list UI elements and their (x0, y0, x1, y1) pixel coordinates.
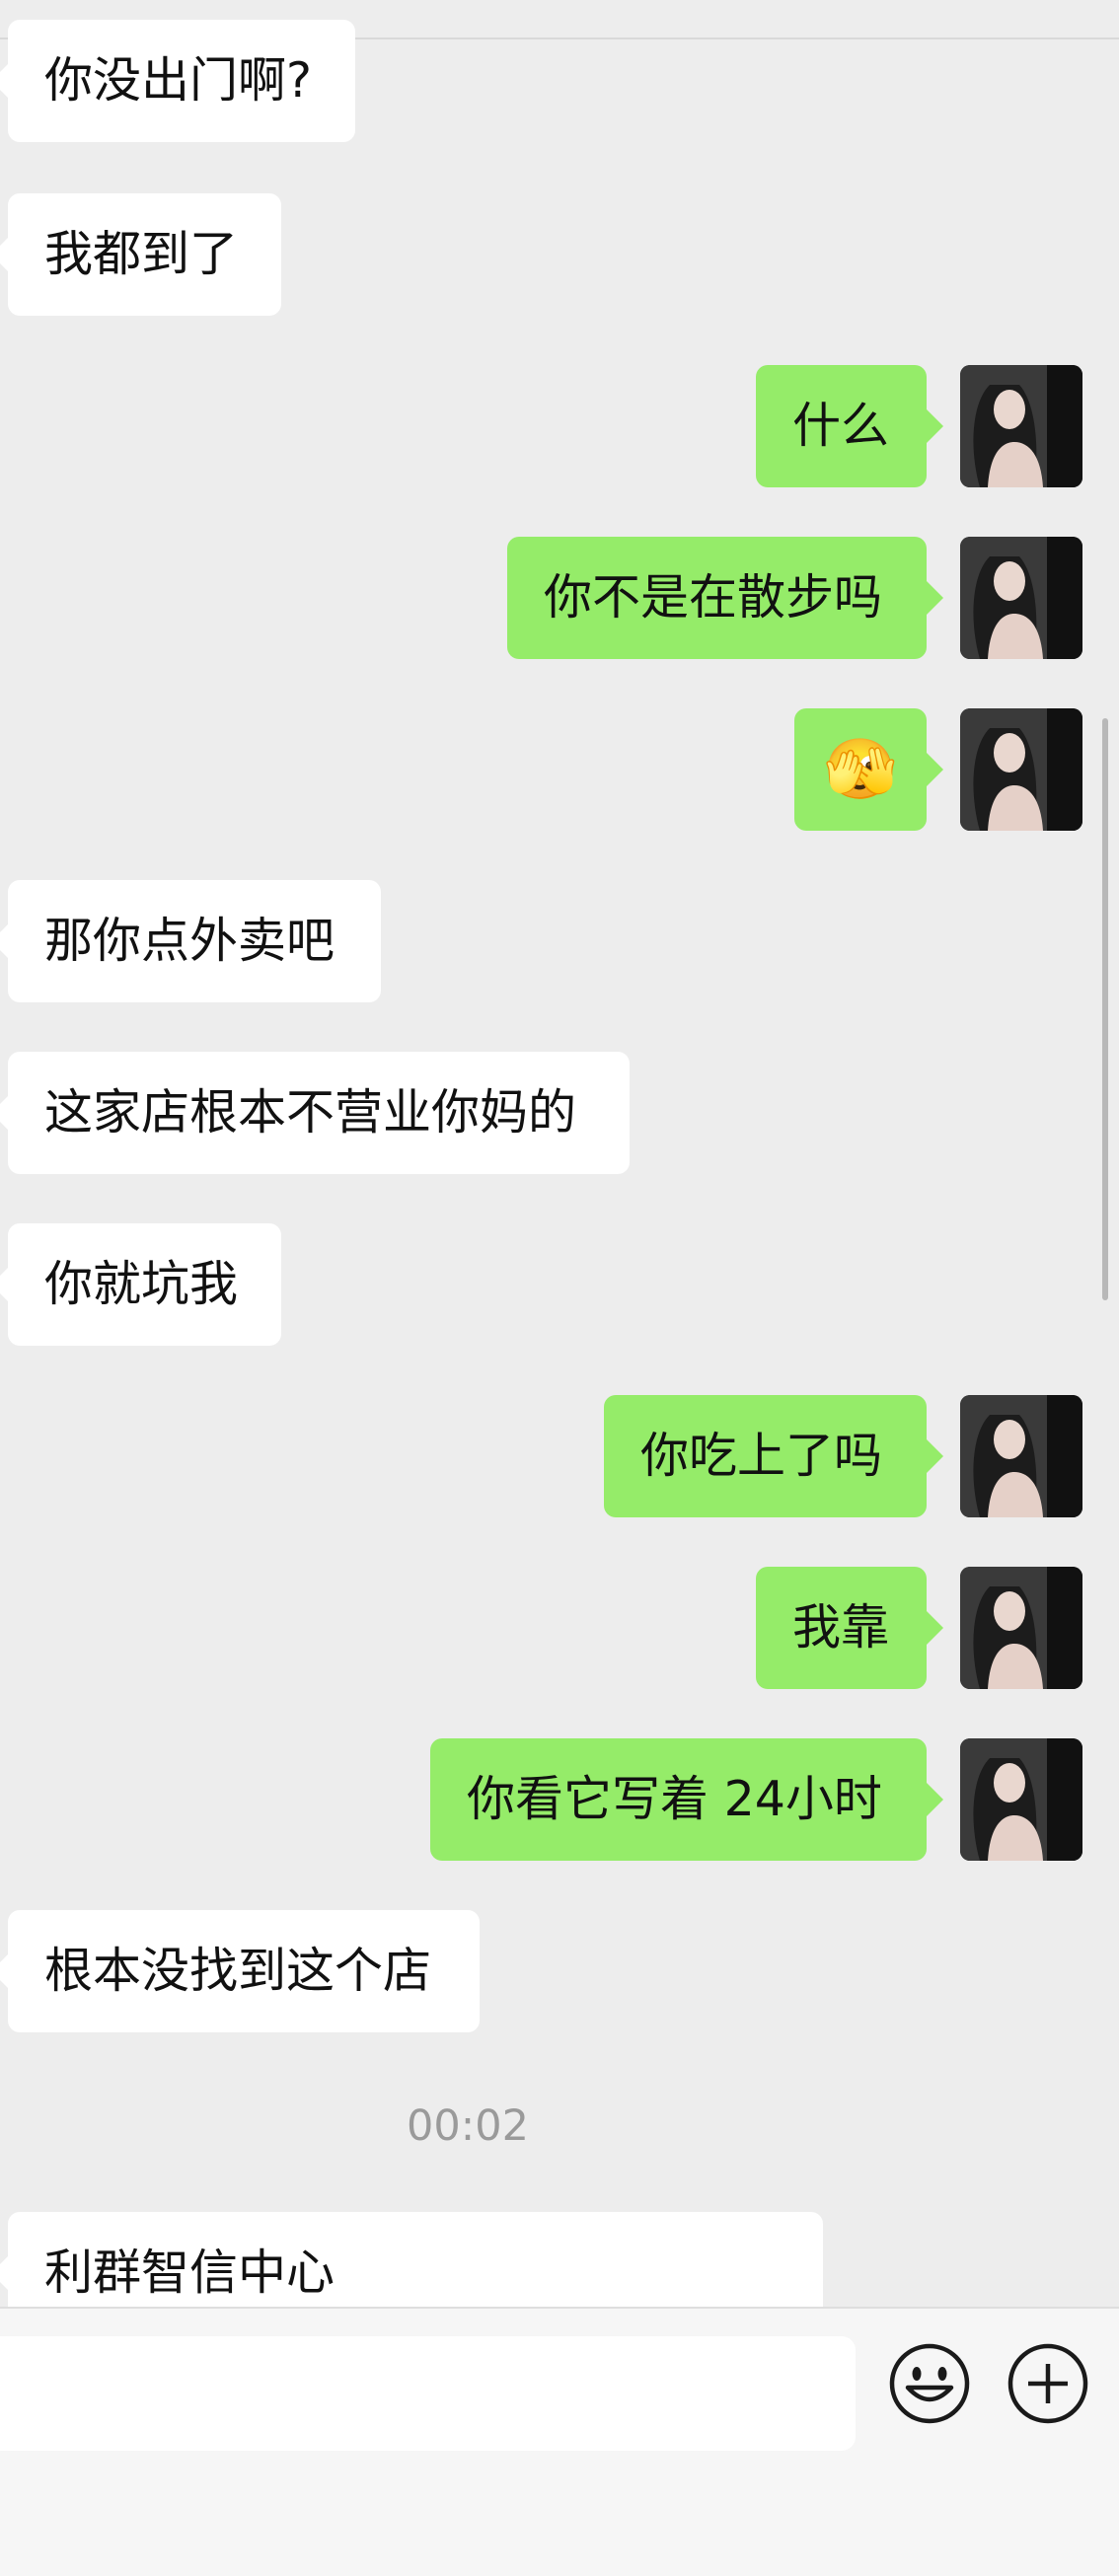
incoming-message-bubble[interactable]: 你就坑我 (0, 1223, 281, 1346)
user-avatar[interactable] (960, 708, 1082, 831)
incoming-message-bubble[interactable]: 你没出门啊? (0, 20, 355, 142)
message-text: 你吃上了吗 (640, 1428, 883, 1484)
user-avatar[interactable] (960, 365, 1082, 487)
avatar-photo-icon (960, 365, 1082, 487)
outgoing-message-bubble[interactable]: 你吃上了吗 (604, 1395, 943, 1517)
incoming-message-bubble[interactable]: 利群智信中心 (0, 2212, 823, 2307)
avatar-photo-icon (960, 1567, 1082, 1689)
message-text: 我靠 (792, 1599, 890, 1656)
message-text-input[interactable] (0, 2336, 856, 2451)
user-avatar[interactable] (960, 1567, 1082, 1689)
outgoing-message-bubble[interactable]: 什么 (756, 365, 943, 487)
outgoing-emoji-bubble[interactable]: 🫣 (794, 708, 943, 831)
smiley-face-icon (889, 2343, 970, 2424)
message-text: 你没出门啊? (44, 52, 313, 109)
peeking-face-emoji-icon: 🫣 (823, 735, 898, 804)
emoji-button[interactable] (888, 2342, 971, 2425)
chat-scrollbar[interactable] (1102, 718, 1108, 1300)
message-text: 这家店根本不营业你妈的 (44, 1084, 577, 1141)
avatar-photo-icon (960, 1738, 1082, 1861)
user-avatar[interactable] (960, 537, 1082, 659)
message-text: 利群智信中心 (44, 2245, 336, 2301)
plus-circle-icon (1007, 2343, 1088, 2424)
more-options-button[interactable] (1007, 2342, 1089, 2425)
message-text: 那你点外卖吧 (44, 913, 336, 969)
avatar-photo-icon (960, 1395, 1082, 1517)
message-text: 我都到了 (44, 226, 239, 282)
message-input-bar (0, 2307, 1119, 2576)
incoming-message-bubble[interactable]: 这家店根本不营业你妈的 (0, 1052, 630, 1174)
message-text: 你看它写着 24小时 (467, 1771, 882, 1827)
outgoing-message-bubble[interactable]: 你不是在散步吗 (507, 537, 943, 659)
outgoing-message-bubble[interactable]: 我靠 (756, 1567, 943, 1689)
message-text: 你不是在散步吗 (544, 569, 883, 626)
incoming-message-bubble[interactable]: 那你点外卖吧 (0, 880, 381, 1002)
user-avatar[interactable] (960, 1738, 1082, 1861)
outgoing-message-bubble[interactable]: 你看它写着 24小时 (430, 1738, 943, 1861)
avatar-photo-icon (960, 537, 1082, 659)
message-text: 你就坑我 (44, 1256, 239, 1312)
avatar-photo-icon (960, 708, 1082, 831)
chat-message-list[interactable]: 你没出门啊? 我都到了 什么 你不是在散步吗 🫣 那你点外卖吧 这家店根本不营业… (0, 0, 1119, 2307)
message-text: 什么 (792, 398, 890, 454)
incoming-message-bubble[interactable]: 根本没找到这个店 (0, 1910, 480, 2032)
message-timestamp: 00:02 (407, 2101, 529, 2151)
incoming-message-bubble[interactable]: 我都到了 (0, 193, 281, 316)
user-avatar[interactable] (960, 1395, 1082, 1517)
message-text: 根本没找到这个店 (44, 1943, 432, 1999)
